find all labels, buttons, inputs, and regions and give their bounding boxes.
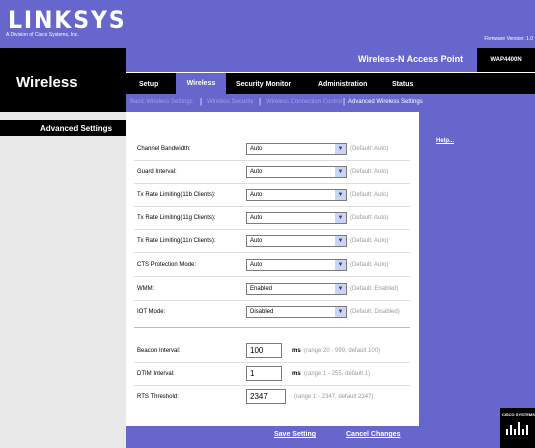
select-value: Auto: [250, 238, 263, 244]
tab-status[interactable]: Status: [392, 81, 413, 88]
chevron-down-icon: ▼: [335, 284, 346, 294]
section-divider: [134, 327, 410, 328]
save-setting-button[interactable]: Save Setting: [274, 431, 316, 438]
chevron-down-icon: ▼: [335, 260, 346, 270]
wmm-select[interactable]: Enabled ▼: [246, 283, 347, 295]
guard-interval-label: Guard Interval:: [137, 169, 177, 175]
help-panel: [419, 112, 535, 448]
row-divider: [134, 160, 410, 161]
iot-mode-label: IOT Mode:: [137, 309, 166, 315]
wmm-label: WMM:: [137, 286, 155, 292]
tx-rate-11g-select[interactable]: Auto ▼: [246, 212, 347, 224]
guard-interval-default: (Default: Auto): [350, 169, 389, 175]
chevron-down-icon: ▼: [335, 213, 346, 223]
tx-rate-11n-label: Tx Rate Limiting(11n Clients):: [137, 238, 216, 244]
channel-bandwidth-default: (Default: Auto): [350, 146, 389, 152]
rts-threshold-range: (range 1 - 2347, default 2347): [294, 394, 374, 400]
beacon-interval-input[interactable]: 100: [246, 343, 282, 358]
page-section-title: Wireless: [16, 74, 78, 91]
subtab-advanced-wireless-settings[interactable]: Advanced Wireless Settings: [348, 99, 423, 105]
iot-mode-select[interactable]: Disabled ▼: [246, 306, 347, 318]
row-divider: [134, 206, 410, 207]
left-sidebar: [0, 112, 126, 448]
subtab-separator: |: [259, 97, 262, 106]
tab-administration[interactable]: Administration: [318, 81, 367, 88]
product-header: [126, 48, 535, 72]
select-value: Auto: [250, 169, 263, 175]
wmm-default: (Default: Enabled): [350, 286, 399, 292]
cisco-bridge-icon: [506, 422, 528, 435]
dtim-interval-label: DTIM Interval:: [137, 371, 175, 377]
tab-wireless[interactable]: Wireless: [176, 73, 226, 94]
firmware-version: Firmware Version: 1.0: [484, 36, 533, 42]
cts-protection-select[interactable]: Auto ▼: [246, 259, 347, 271]
beacon-interval-label: Beacon Interval:: [137, 348, 181, 354]
cts-protection-default: (Default: Auto): [350, 262, 389, 268]
cisco-logo-text: CISCO SYSTEMS: [502, 412, 535, 417]
dtim-interval-unit: ms: [292, 371, 301, 377]
tx-rate-11b-label: Tx Rate Limiting(11b Clients):: [137, 192, 216, 198]
dtim-interval-range: (range 1 - 255, default 1): [304, 371, 371, 377]
model-badge: WAP4400N: [477, 48, 535, 72]
tx-rate-11g-default: (Default: Auto): [350, 215, 389, 221]
cancel-changes-button[interactable]: Cancel Changes: [346, 431, 400, 438]
channel-bandwidth-label: Channel Bandwidth:: [137, 146, 191, 152]
select-value: Auto: [250, 192, 263, 198]
iot-mode-default: (Default: Disabled): [350, 309, 400, 315]
select-value: Enabled: [250, 286, 273, 292]
rts-threshold-label: RTS Threshold:: [137, 394, 179, 400]
row-divider: [134, 276, 410, 277]
help-link[interactable]: Help...: [436, 138, 454, 144]
row-divider: [134, 183, 410, 184]
dtim-interval-input[interactable]: 1: [246, 366, 282, 381]
chevron-down-icon: ▼: [335, 190, 346, 200]
subtab-basic-wireless-settings[interactable]: Basic Wireless Settings: [130, 99, 193, 105]
cts-protection-label: CTS Protection Mode:: [137, 262, 197, 268]
select-value: Disabled: [250, 309, 274, 315]
row-divider: [134, 229, 410, 230]
row-divider: [134, 385, 410, 386]
select-value: Auto: [250, 146, 263, 152]
subtab-separator: |: [200, 97, 203, 106]
row-divider: [134, 252, 410, 253]
sidebar-label-advanced-settings: Advanced Settings: [40, 124, 113, 133]
tx-rate-11g-label: Tx Rate Limiting(11g Clients):: [137, 215, 216, 221]
chevron-down-icon: ▼: [335, 144, 346, 154]
tx-rate-11n-default: (Default: Auto): [350, 238, 389, 244]
tx-rate-11n-select[interactable]: Auto ▼: [246, 235, 347, 247]
subtab-separator: |: [343, 97, 346, 106]
tab-security-monitor[interactable]: Security Monitor: [236, 81, 291, 88]
tx-rate-11b-select[interactable]: Auto ▼: [246, 189, 347, 201]
logo-subtitle: A Division of Cisco Systems, Inc.: [6, 32, 79, 38]
subtab-wireless-security[interactable]: Wireless Security: [207, 99, 253, 105]
select-value: Auto: [250, 262, 263, 268]
guard-interval-select[interactable]: Auto ▼: [246, 166, 347, 178]
row-divider: [134, 362, 410, 363]
beacon-interval-unit: ms: [292, 348, 301, 354]
channel-bandwidth-select[interactable]: Auto ▼: [246, 143, 347, 155]
linksys-logo: LINKSYS: [8, 6, 127, 34]
chevron-down-icon: ▼: [335, 236, 346, 246]
subtab-wireless-connection-control[interactable]: Wireless Connection Control: [266, 99, 342, 105]
product-name: Wireless-N Access Point: [358, 54, 464, 64]
chevron-down-icon: ▼: [335, 167, 346, 177]
beacon-interval-range: (range 20 - 999, default 100): [304, 348, 381, 354]
select-value: Auto: [250, 215, 263, 221]
tab-setup[interactable]: Setup: [139, 81, 158, 88]
rts-threshold-input[interactable]: 2347: [246, 389, 286, 404]
tx-rate-11b-default: (Default: Auto): [350, 192, 389, 198]
row-divider: [134, 300, 410, 301]
chevron-down-icon: ▼: [335, 307, 346, 317]
